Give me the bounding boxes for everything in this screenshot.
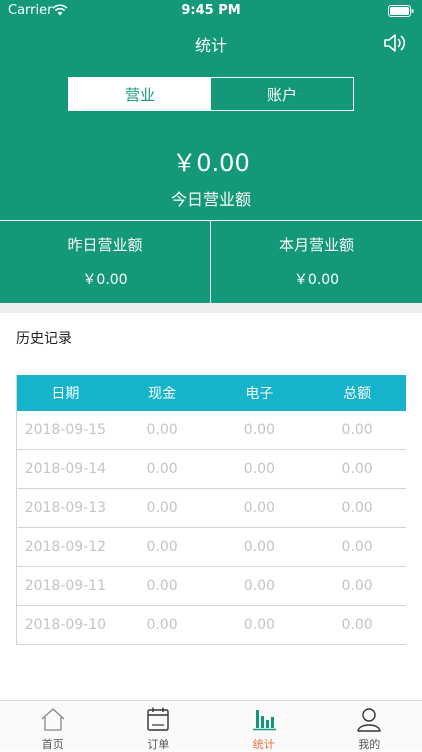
header-total: 总额 (308, 375, 406, 411)
segment-control: 营业 账户 (68, 77, 354, 111)
bar-chart-icon (251, 706, 277, 732)
cell-cash: 0.00 (114, 411, 211, 449)
cell-electronic: 0.00 (211, 411, 309, 449)
cell-total: 0.00 (308, 606, 406, 644)
cell-total: 0.00 (308, 567, 406, 605)
table-row[interactable]: 2018-09-12 0.00 0.00 0.00 (17, 528, 406, 567)
home-icon (40, 706, 66, 732)
status-bar: Carrier 9:45 PM (0, 0, 422, 22)
tab-bar: 首页 订单 统计 我的 (0, 700, 422, 751)
table-row[interactable]: 2018-09-10 0.00 0.00 0.00 (17, 606, 406, 645)
cell-electronic: 0.00 (211, 489, 309, 527)
cell-date: 2018-09-10 (17, 606, 114, 644)
month-label: 本月营业额 (211, 234, 422, 255)
cell-total: 0.00 (308, 489, 406, 527)
cell-total: 0.00 (308, 450, 406, 488)
cell-date: 2018-09-15 (17, 411, 114, 449)
section-separator (0, 303, 422, 313)
header-date: 日期 (17, 375, 114, 411)
today-amount-label: 今日营业额 (0, 186, 422, 210)
tabbar-item-statistics[interactable]: 统计 (211, 701, 317, 751)
cell-cash: 0.00 (114, 528, 211, 566)
user-icon (356, 706, 382, 732)
cell-electronic: 0.00 (211, 528, 309, 566)
cell-cash: 0.00 (114, 489, 211, 527)
calendar-icon (145, 706, 171, 732)
yesterday-value: ￥0.00 (0, 269, 210, 289)
history-title: 历史记录 (16, 328, 72, 348)
cell-date: 2018-09-12 (17, 528, 114, 566)
page-title: 统计 (0, 32, 422, 56)
status-time: 9:45 PM (0, 3, 422, 18)
tab-account[interactable]: 账户 (211, 78, 353, 110)
table-row[interactable]: 2018-09-15 0.00 0.00 0.00 (17, 411, 406, 450)
cell-total: 0.00 (308, 528, 406, 566)
cell-date: 2018-09-13 (17, 489, 114, 527)
cell-cash: 0.00 (114, 450, 211, 488)
header-panel: Carrier 9:45 PM 统计 营业 账户 ￥0.00 今日营业额 昨日营… (0, 0, 422, 303)
tabbar-item-mine[interactable]: 我的 (317, 701, 422, 751)
month-value: ￥0.00 (211, 269, 422, 289)
month-stat: 本月营业额 ￥0.00 (211, 220, 422, 303)
cell-cash: 0.00 (114, 567, 211, 605)
table-row[interactable]: 2018-09-11 0.00 0.00 0.00 (17, 567, 406, 606)
cell-date: 2018-09-11 (17, 567, 114, 605)
table-row[interactable]: 2018-09-14 0.00 0.00 0.00 (17, 450, 406, 489)
cell-cash: 0.00 (114, 606, 211, 644)
speaker-icon[interactable] (382, 31, 408, 55)
header-electronic: 电子 (211, 375, 309, 411)
table-header: 日期 现金 电子 总额 (17, 375, 406, 411)
tabbar-item-home[interactable]: 首页 (0, 701, 106, 751)
battery-icon (388, 5, 414, 17)
cell-electronic: 0.00 (211, 606, 309, 644)
yesterday-label: 昨日营业额 (0, 234, 210, 255)
cell-date: 2018-09-14 (17, 450, 114, 488)
tab-business[interactable]: 营业 (69, 78, 211, 110)
tabbar-item-orders[interactable]: 订单 (106, 701, 212, 751)
cell-electronic: 0.00 (211, 450, 309, 488)
cell-electronic: 0.00 (211, 567, 309, 605)
table-row[interactable]: 2018-09-13 0.00 0.00 0.00 (17, 489, 406, 528)
yesterday-stat: 昨日营业额 ￥0.00 (0, 220, 210, 303)
header-cash: 现金 (114, 375, 211, 411)
history-table: 日期 现金 电子 总额 2018-09-15 0.00 0.00 0.00 20… (16, 375, 406, 645)
today-amount: ￥0.00 (0, 143, 422, 178)
cell-total: 0.00 (308, 411, 406, 449)
